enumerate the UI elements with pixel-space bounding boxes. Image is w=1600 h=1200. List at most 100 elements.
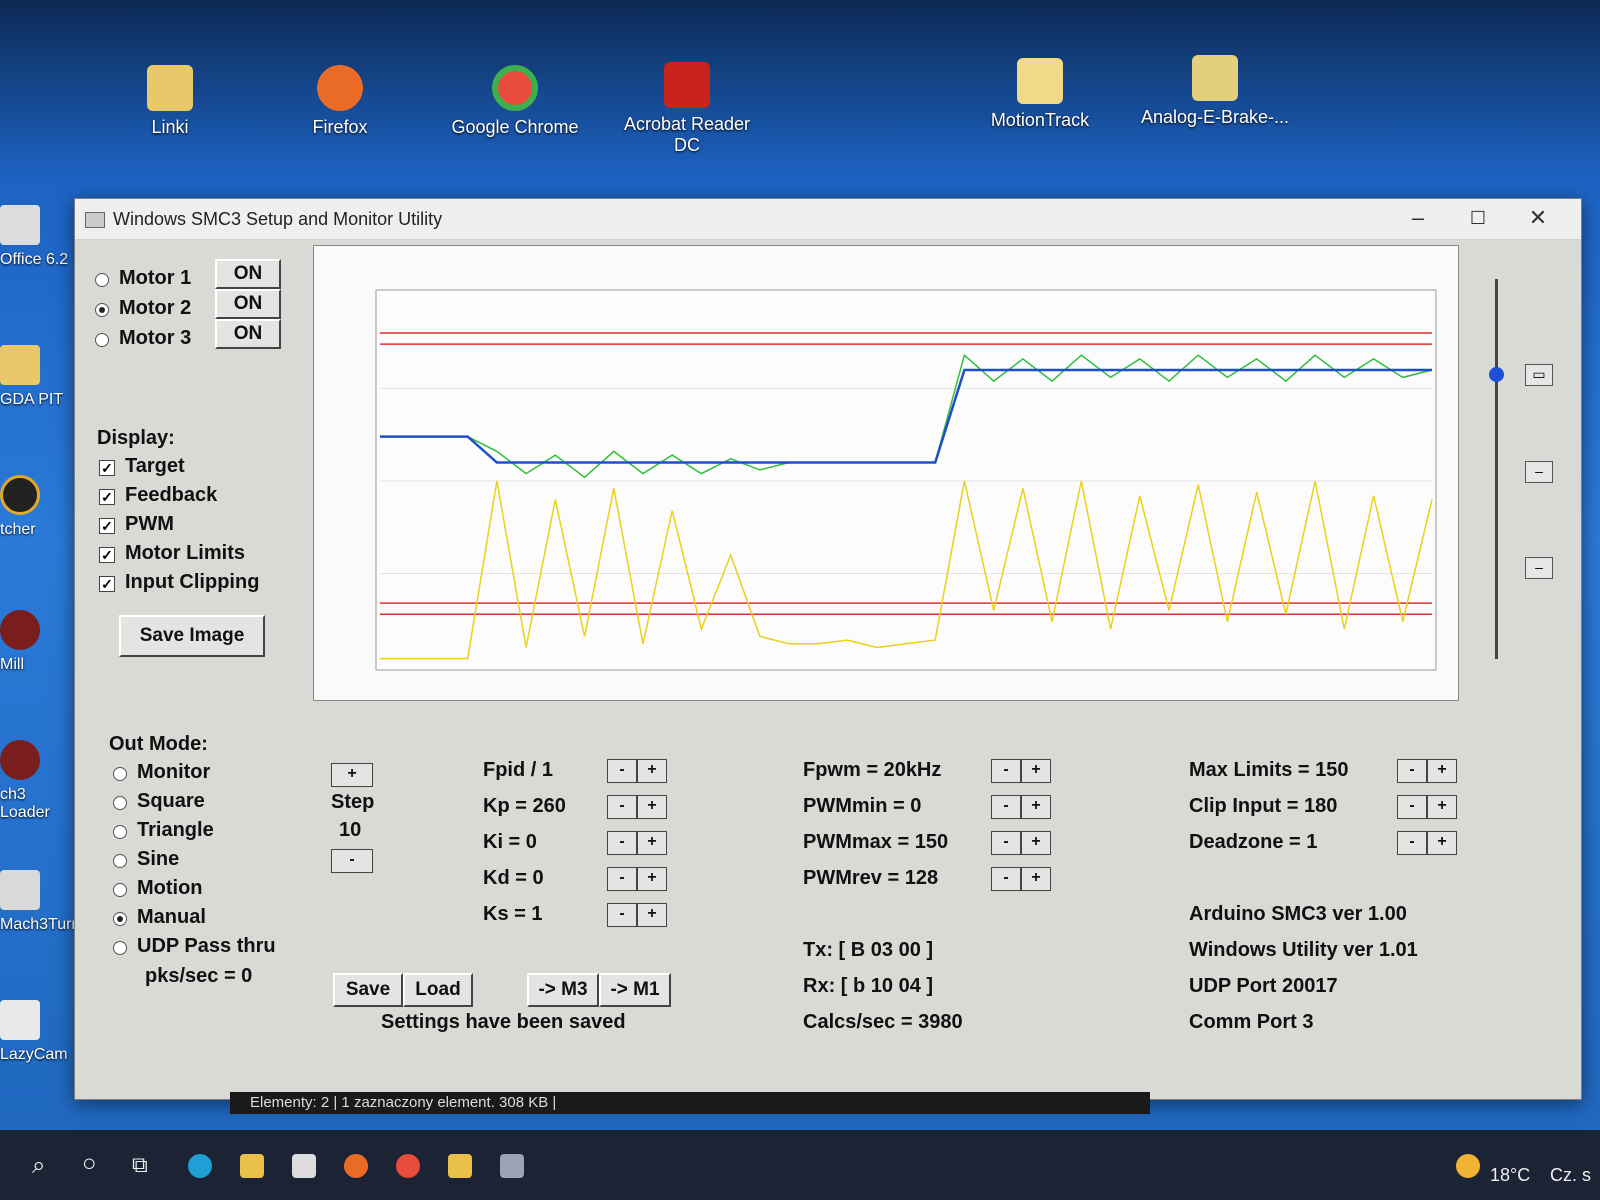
- save-image-button[interactable]: Save Image: [119, 615, 265, 657]
- pwmrev-plus-button[interactable]: +: [1021, 867, 1051, 891]
- desktop-icon-office[interactable]: Office 6.2: [0, 205, 80, 269]
- display-option-motor-limits[interactable]: ✓ Motor Limits: [99, 542, 245, 565]
- pwm-checkbox[interactable]: ✓: [99, 517, 115, 534]
- plot-side-button-3[interactable]: –: [1525, 557, 1553, 579]
- folder-taskbar-icon[interactable]: [448, 1154, 472, 1178]
- step-plus-button[interactable]: +: [331, 763, 373, 787]
- desktop-icon-lazycam[interactable]: LazyCam: [0, 1000, 80, 1064]
- monitor-radio[interactable]: [113, 766, 127, 781]
- close-button[interactable]: ✕: [1515, 203, 1561, 233]
- motor-2-radio[interactable]: [95, 302, 109, 317]
- kp-minus-button[interactable]: -: [607, 795, 637, 819]
- motor-row-1[interactable]: Motor 1: [95, 267, 191, 290]
- chrome-taskbar-icon[interactable]: [396, 1154, 420, 1178]
- fpid-minus-button[interactable]: -: [607, 759, 637, 783]
- pwmrev-minus-button[interactable]: -: [991, 867, 1021, 891]
- desktop-icon-gda-pit[interactable]: GDA PIT: [0, 345, 80, 409]
- out-mode-motion[interactable]: Motion: [113, 877, 203, 900]
- feedback-checkbox[interactable]: ✓: [99, 488, 115, 505]
- title-bar[interactable]: Windows SMC3 Setup and Monitor Utility –…: [75, 199, 1581, 240]
- search-icon[interactable]: ⌕: [32, 1152, 45, 1180]
- desktop-icon-firefox[interactable]: Firefox: [265, 65, 415, 138]
- motor-1-on-button[interactable]: ON: [215, 259, 281, 289]
- udp-radio[interactable]: [113, 940, 127, 955]
- desktop-icon-mach3turn[interactable]: Mach3Turn: [0, 870, 80, 934]
- display-option-target[interactable]: ✓ Target: [99, 455, 185, 478]
- kp-plus-button[interactable]: +: [637, 795, 667, 819]
- desktop-icon-linki[interactable]: Linki: [95, 65, 245, 138]
- ki-label: Ki = 0: [483, 831, 537, 853]
- out-mode-udp[interactable]: UDP Pass thru: [113, 935, 276, 958]
- plot-side-button-1[interactable]: ▭: [1525, 364, 1553, 386]
- cortana-icon[interactable]: ○: [82, 1150, 97, 1178]
- display-option-pwm[interactable]: ✓ PWM: [99, 513, 174, 536]
- display-option-feedback[interactable]: ✓ Feedback: [99, 484, 217, 507]
- smc3-taskbar-icon[interactable]: [500, 1154, 524, 1178]
- ks-minus-button[interactable]: -: [607, 903, 637, 927]
- load-button[interactable]: Load: [403, 973, 473, 1007]
- motor-2-on-button[interactable]: ON: [215, 289, 281, 319]
- desktop-icon-chrome[interactable]: Google Chrome: [440, 65, 590, 138]
- triangle-radio[interactable]: [113, 824, 127, 839]
- motor-3-radio[interactable]: [95, 332, 109, 347]
- pwmmin-minus-button[interactable]: -: [991, 795, 1021, 819]
- fpwm-minus-button[interactable]: -: [991, 759, 1021, 783]
- ki-plus-button[interactable]: +: [637, 831, 667, 855]
- firefox-taskbar-icon[interactable]: [344, 1154, 368, 1178]
- pwm-label: PWM: [125, 513, 174, 535]
- task-view-icon[interactable]: ⧉: [132, 1152, 148, 1178]
- display-option-input-clipping[interactable]: ✓ Input Clipping: [99, 571, 259, 594]
- copy-to-m3-button[interactable]: -> M3: [527, 973, 599, 1007]
- target-checkbox[interactable]: ✓: [99, 459, 115, 476]
- clip-input-plus-button[interactable]: +: [1427, 795, 1457, 819]
- clip-input-minus-button[interactable]: -: [1397, 795, 1427, 819]
- desktop-icon-tcher[interactable]: tcher: [0, 475, 80, 539]
- desktop-icon-analog-e-brake[interactable]: Analog-E-Brake-...: [1140, 55, 1290, 128]
- max-limits-plus-button[interactable]: +: [1427, 759, 1457, 783]
- kd-plus-button[interactable]: +: [637, 867, 667, 891]
- motor-limits-checkbox[interactable]: ✓: [99, 546, 115, 563]
- motor-row-2[interactable]: Motor 2: [95, 297, 191, 320]
- edge-icon[interactable]: [188, 1154, 212, 1178]
- pwmmax-plus-button[interactable]: +: [1021, 831, 1051, 855]
- desktop-icon-mill[interactable]: Mill: [0, 610, 80, 674]
- kd-minus-button[interactable]: -: [607, 867, 637, 891]
- manual-radio[interactable]: [113, 911, 127, 926]
- out-mode-square[interactable]: Square: [113, 790, 205, 813]
- deadzone-plus-button[interactable]: +: [1427, 831, 1457, 855]
- store-icon[interactable]: [292, 1154, 316, 1178]
- out-mode-triangle[interactable]: Triangle: [113, 819, 214, 842]
- zoom-slider-track[interactable]: [1495, 279, 1498, 659]
- pwmmax-minus-button[interactable]: -: [991, 831, 1021, 855]
- minimize-button[interactable]: –: [1395, 203, 1441, 233]
- motor-row-3[interactable]: Motor 3: [95, 327, 191, 350]
- desktop-icon-acrobat[interactable]: Acrobat Reader DC: [612, 62, 762, 156]
- sine-radio[interactable]: [113, 853, 127, 868]
- square-radio[interactable]: [113, 795, 127, 810]
- out-mode-sine[interactable]: Sine: [113, 848, 179, 871]
- step-minus-button[interactable]: -: [331, 849, 373, 873]
- motor-1-radio[interactable]: [95, 272, 109, 287]
- ks-plus-button[interactable]: +: [637, 903, 667, 927]
- copy-to-m1-button[interactable]: -> M1: [599, 973, 671, 1007]
- desktop-icon-motiontrack[interactable]: MotionTrack: [965, 58, 1115, 131]
- save-button[interactable]: Save: [333, 973, 403, 1007]
- desktop-icon-label: Acrobat Reader DC: [623, 114, 751, 155]
- fpwm-plus-button[interactable]: +: [1021, 759, 1051, 783]
- input-clipping-checkbox[interactable]: ✓: [99, 575, 115, 592]
- max-limits-minus-button[interactable]: -: [1397, 759, 1427, 783]
- zoom-slider-knob[interactable]: [1489, 367, 1504, 382]
- ki-minus-button[interactable]: -: [607, 831, 637, 855]
- desktop-icon-loader[interactable]: ch3 Loader: [0, 740, 80, 822]
- plot-side-button-2[interactable]: –: [1525, 461, 1553, 483]
- deadzone-minus-button[interactable]: -: [1397, 831, 1427, 855]
- pwmmin-plus-button[interactable]: +: [1021, 795, 1051, 819]
- maximize-button[interactable]: ☐: [1455, 203, 1501, 233]
- window-title: Windows SMC3 Setup and Monitor Utility: [113, 209, 443, 229]
- motion-radio[interactable]: [113, 882, 127, 897]
- out-mode-monitor[interactable]: Monitor: [113, 761, 210, 784]
- motor-3-on-button[interactable]: ON: [215, 319, 281, 349]
- out-mode-manual[interactable]: Manual: [113, 906, 206, 929]
- fpid-plus-button[interactable]: +: [637, 759, 667, 783]
- file-explorer-icon[interactable]: [240, 1154, 264, 1178]
